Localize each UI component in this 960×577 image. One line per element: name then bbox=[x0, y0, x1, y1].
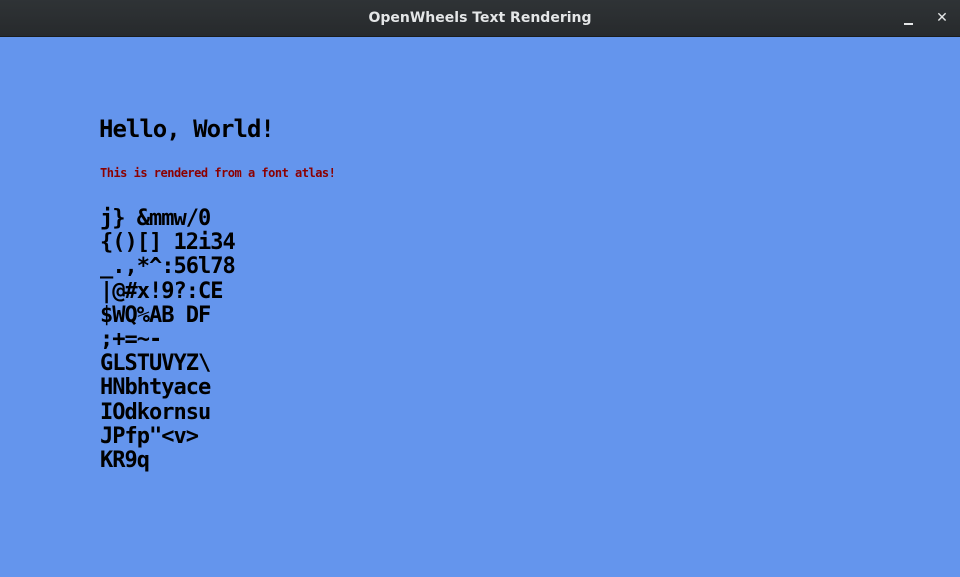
close-icon: ✕ bbox=[936, 10, 948, 26]
app-window: OpenWheels Text Rendering ✕ Hello, World… bbox=[0, 0, 960, 577]
minimize-button[interactable] bbox=[893, 3, 923, 33]
atlas-row: |@#x!9?:CE bbox=[100, 278, 223, 304]
atlas-row: _.,*^:56l78 bbox=[100, 254, 236, 280]
title-bar[interactable]: OpenWheels Text Rendering ✕ bbox=[0, 0, 960, 37]
font-atlas-caption: This is rendered from a font atlas! bbox=[100, 166, 336, 180]
atlas-row: IOdkornsu bbox=[100, 399, 211, 425]
close-button[interactable]: ✕ bbox=[927, 3, 957, 33]
minimize-icon bbox=[903, 23, 913, 25]
atlas-row: KR9q bbox=[100, 447, 150, 473]
atlas-row: ;+=~- bbox=[100, 326, 198, 352]
atlas-row: $WQ%AB DF bbox=[100, 302, 211, 328]
atlas-row: JPfp"<v> bbox=[100, 423, 199, 449]
atlas-row: HNbhtyace bbox=[100, 375, 211, 401]
atlas-row: j} &mmw/0 bbox=[100, 206, 211, 231]
hello-world-text: Hello, World! bbox=[99, 115, 275, 143]
atlas-row: GLSTUVYZ\ bbox=[100, 351, 211, 377]
font-atlas-glyphs: j} &mmw/0 {()[] 12i34 _.,*^:56l78 |@#x!9… bbox=[100, 206, 236, 473]
window-title: OpenWheels Text Rendering bbox=[368, 10, 592, 26]
render-canvas: Hello, World! This is rendered from a fo… bbox=[0, 37, 960, 577]
atlas-row: {()[] 12i34 bbox=[100, 230, 236, 256]
